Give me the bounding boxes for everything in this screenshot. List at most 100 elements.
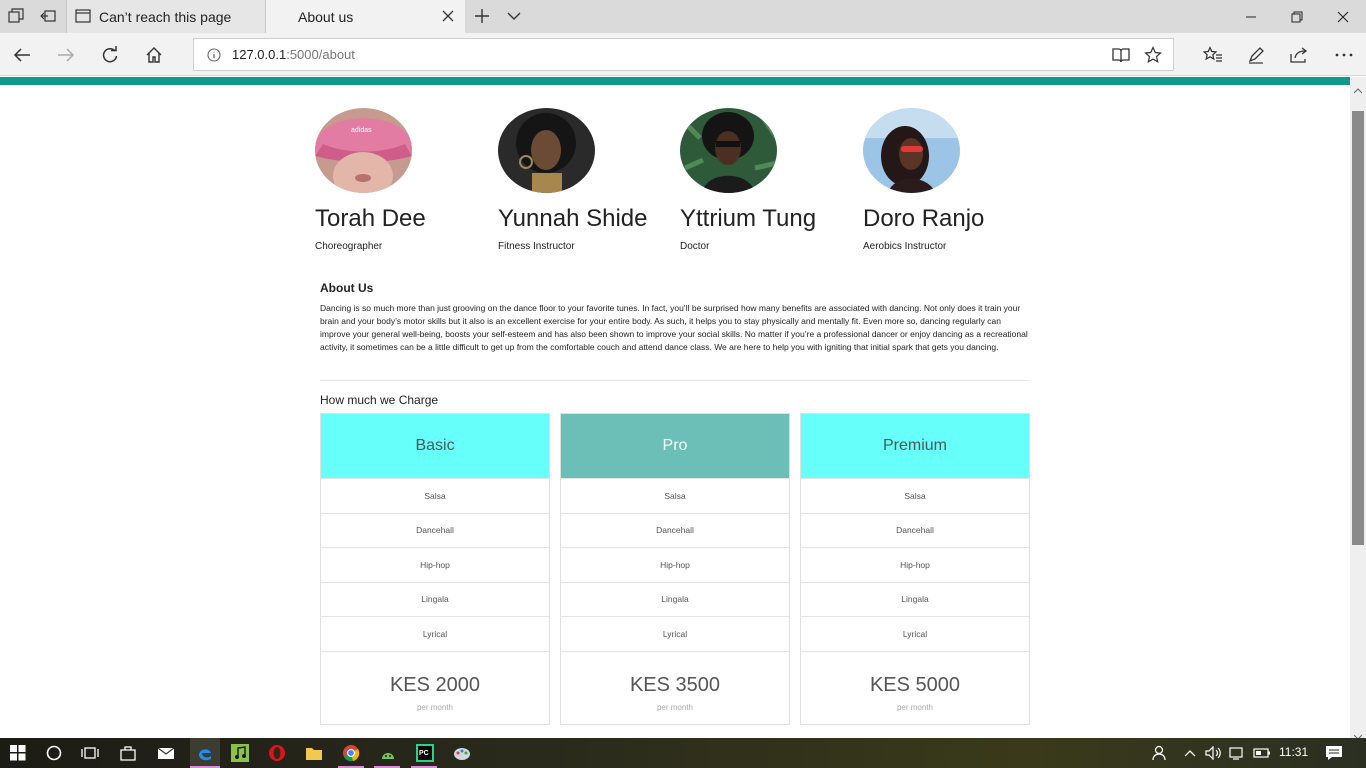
new-tab-icon[interactable]	[472, 6, 492, 26]
close-icon[interactable]	[441, 9, 455, 23]
android-studio-icon[interactable]	[376, 741, 400, 765]
set-tabs-aside-icon[interactable]	[38, 6, 58, 26]
plan-style-item: Lingala	[561, 581, 789, 617]
team-member-role: Doctor	[680, 241, 710, 252]
url-text: 127.0.0.1:5000/about	[232, 47, 355, 62]
avatar	[498, 108, 595, 193]
more-icon[interactable]	[1332, 43, 1356, 67]
pen-icon[interactable]	[1244, 43, 1268, 67]
plan-price: KES 2000	[389, 673, 481, 696]
home-icon[interactable]	[142, 43, 166, 67]
plan-style-item: Salsa	[561, 478, 789, 513]
back-arrow-icon[interactable]	[10, 43, 34, 67]
team-member-name: Torah Dee	[315, 205, 426, 232]
page-scrollbar[interactable]	[1350, 77, 1366, 740]
store-icon[interactable]	[116, 741, 140, 765]
network-icon[interactable]	[1226, 741, 1250, 765]
edge-browser-icon[interactable]	[190, 738, 220, 768]
about-title: About Us	[320, 281, 374, 295]
team-member-role: Aerobics Instructor	[863, 241, 947, 252]
plan-name: Pro	[561, 414, 789, 478]
pricing-plan-basic: Basic Salsa Dancehall Hip-hop Lingala Ly…	[320, 413, 550, 725]
plan-style-item: Salsa	[801, 478, 1029, 513]
plan-price-block: KES 5000 per month	[801, 650, 1029, 726]
page-top-accent-bar	[0, 77, 1350, 85]
reading-view-icon[interactable]	[1112, 46, 1130, 69]
pycharm-icon[interactable]: PC	[413, 741, 437, 765]
chevron-down-icon[interactable]	[504, 6, 524, 26]
web-page: adidas Torah Dee Choreographer Yunnah Sh…	[0, 77, 1350, 738]
windows-taskbar: PC 11:31	[0, 738, 1366, 768]
about-text: Dancing is so much more than just groovi…	[320, 303, 1028, 352]
battery-icon[interactable]	[1250, 741, 1274, 765]
pricing-plan-pro: Pro Salsa Dancehall Hip-hop Lingala Lyri…	[560, 413, 790, 725]
team-member-name: Yunnah Shide	[498, 205, 648, 232]
address-bar[interactable]: 127.0.0.1:5000/about	[193, 38, 1174, 71]
plan-style-item: Dancehall	[801, 512, 1029, 548]
scroll-thumb[interactable]	[1352, 111, 1364, 545]
team-member-card: Yttrium Tung Doctor	[680, 108, 850, 252]
svg-text:PC: PC	[419, 750, 429, 757]
plan-style-item: Hip-hop	[561, 547, 789, 582]
plan-name: Basic	[321, 414, 549, 478]
forward-arrow-icon[interactable]	[54, 43, 78, 67]
scroll-up-icon[interactable]	[1353, 81, 1363, 99]
plan-style-item: Lyrical	[321, 616, 549, 651]
paint-app-icon[interactable]	[450, 741, 474, 765]
plan-price: KES 5000	[869, 673, 961, 696]
plan-style-item: Dancehall	[561, 512, 789, 548]
tab-label: About us	[298, 8, 354, 25]
browser-nav-bar: 127.0.0.1:5000/about	[0, 33, 1366, 76]
task-view-icon[interactable]	[78, 741, 102, 765]
page-icon	[75, 9, 91, 26]
pricing-title: How much we Charge	[320, 393, 439, 407]
favorite-star-icon[interactable]	[1144, 46, 1162, 69]
plan-price: KES 3500	[629, 673, 721, 696]
section-divider	[320, 380, 1030, 381]
plan-price-block: KES 2000 per month	[321, 650, 549, 726]
info-icon[interactable]	[207, 48, 221, 67]
action-center-icon[interactable]	[1322, 741, 1346, 765]
url-host: 127.0.0.1	[232, 47, 287, 62]
plan-style-item: Lingala	[321, 581, 549, 617]
opera-icon[interactable]	[265, 741, 289, 765]
url-path: :5000/about	[286, 47, 355, 62]
team-member-role: Choreographer	[315, 241, 383, 252]
tab-manager-icon[interactable]	[6, 6, 26, 26]
window-close-icon[interactable]	[1320, 0, 1366, 33]
plan-style-item: Hip-hop	[321, 547, 549, 582]
refresh-icon[interactable]	[98, 43, 122, 67]
restore-icon[interactable]	[1274, 0, 1320, 33]
volume-icon[interactable]	[1202, 741, 1226, 765]
plan-style-item: Dancehall	[321, 512, 549, 548]
windows-start-icon[interactable]	[6, 741, 30, 765]
taskbar-clock[interactable]: 11:31	[1279, 745, 1308, 759]
plan-style-item: Salsa	[321, 478, 549, 513]
tab-about-us[interactable]: About us	[266, 0, 465, 33]
file-explorer-icon[interactable]	[302, 741, 326, 765]
favorites-hub-icon[interactable]	[1201, 43, 1225, 67]
tab-cant-reach[interactable]: Can’t reach this page	[66, 0, 266, 33]
plan-style-item: Lyrical	[561, 616, 789, 651]
avatar	[863, 108, 960, 193]
plan-style-item: Lingala	[801, 581, 1029, 617]
pricing-plan-premium: Premium Salsa Dancehall Hip-hop Lingala …	[800, 413, 1030, 725]
team-member-role: Fitness Instructor	[498, 241, 575, 252]
share-icon[interactable]	[1287, 43, 1311, 67]
minimize-icon[interactable]	[1228, 0, 1274, 33]
plan-period: per month	[896, 702, 934, 712]
svg-text:adidas: adidas	[351, 127, 372, 134]
plan-period: per month	[416, 702, 454, 712]
music-app-icon[interactable]	[228, 741, 252, 765]
about-section: About Us Dancing is so much more than ju…	[320, 281, 1030, 354]
avatar	[680, 108, 777, 193]
chrome-icon[interactable]	[339, 741, 363, 765]
plan-style-item: Hip-hop	[801, 547, 1029, 582]
mail-icon[interactable]	[154, 741, 178, 765]
plan-price-block: KES 3500 per month	[561, 650, 789, 726]
search-icon[interactable]	[42, 741, 66, 765]
tab-label: Can’t reach this page	[99, 8, 232, 25]
people-icon[interactable]	[1148, 741, 1172, 765]
team-member-card: Yunnah Shide Fitness Instructor	[498, 108, 668, 252]
chevron-up-icon[interactable]	[1178, 741, 1202, 765]
